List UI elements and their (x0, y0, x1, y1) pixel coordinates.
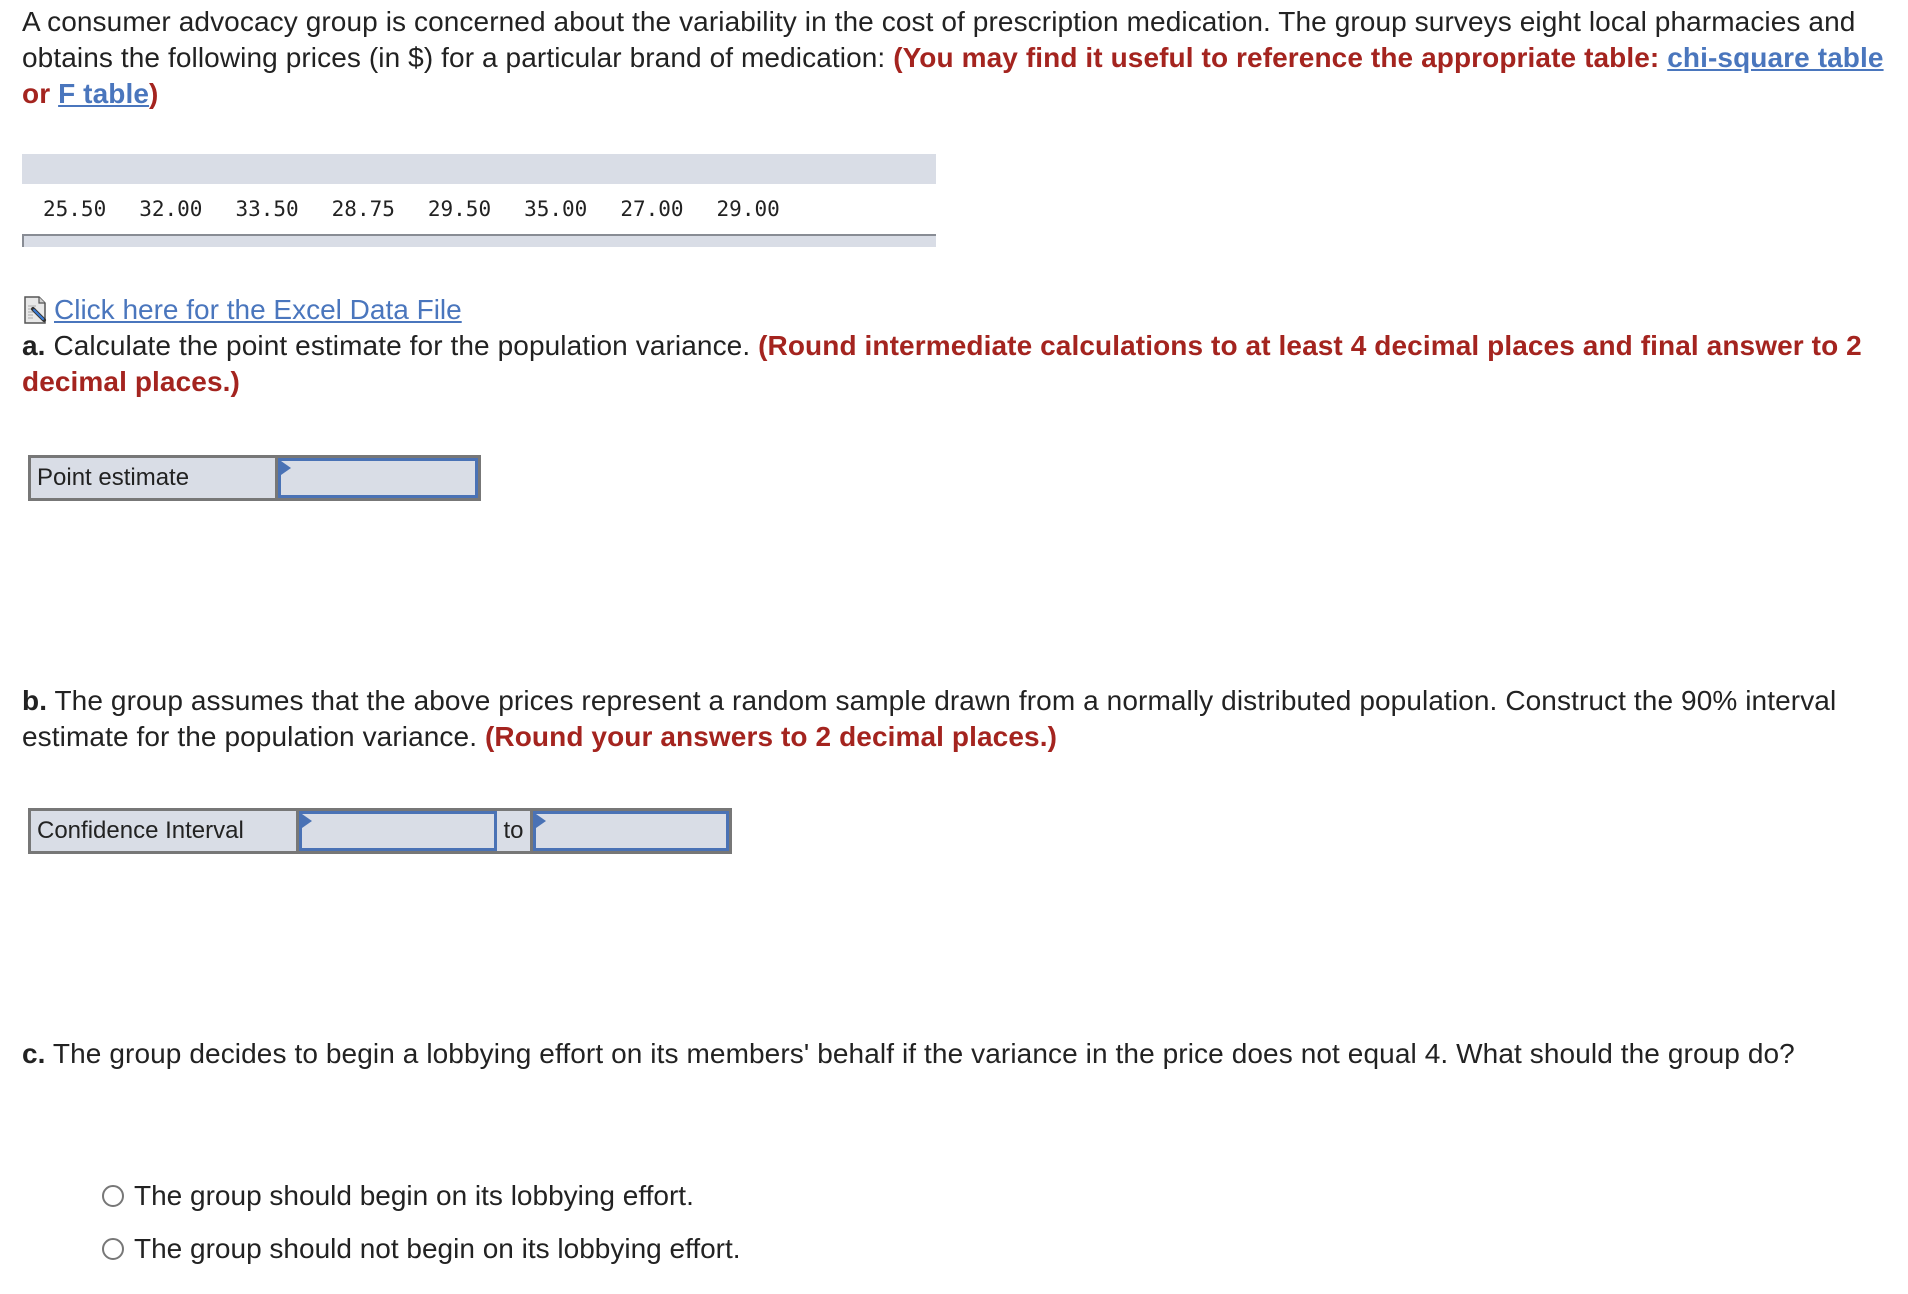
part-c-question: c. The group decides to begin a lobbying… (22, 1036, 1892, 1072)
option-label[interactable]: The group should begin on its lobbying e… (134, 1178, 694, 1214)
f-table-link[interactable]: F table (58, 78, 149, 109)
ci-upper-input[interactable] (536, 814, 726, 848)
part-b-instruction: (Round your answers to 2 decimal places.… (484, 721, 1057, 752)
part-c-text: The group decides to begin a lobbying ef… (45, 1038, 1795, 1069)
reference-prefix: (You may find it useful to reference the… (893, 42, 1668, 73)
part-a-question: a. Calculate the point estimate for the … (22, 328, 1892, 400)
part-a-letter: a. (22, 330, 46, 361)
point-estimate-input[interactable] (281, 461, 475, 495)
prices-table-header (22, 154, 936, 184)
price-cell: 27.00 (620, 197, 684, 221)
prices-row: 25.50 32.00 33.50 28.75 29.50 35.00 27.0… (22, 184, 936, 234)
option-label[interactable]: The group should not begin on its lobbyi… (134, 1231, 741, 1267)
price-cell: 35.00 (524, 197, 588, 221)
excel-data-file-link[interactable]: Click here for the Excel Data File (54, 292, 462, 328)
excel-data-file-link-row[interactable]: Click here for the Excel Data File (22, 292, 462, 328)
ci-lower-input[interactable] (302, 814, 494, 848)
ci-lower-input-cell[interactable] (299, 811, 497, 851)
part-a-text: Calculate the point estimate for the pop… (45, 330, 759, 361)
price-cell: 32.00 (139, 197, 203, 221)
part-b-letter: b. (22, 685, 48, 716)
confidence-interval-table: Confidence Interval to (28, 808, 732, 854)
ci-to-label: to (497, 811, 533, 851)
option-begin-lobbying[interactable]: The group should begin on its lobbying e… (102, 1178, 694, 1214)
price-cell: 33.50 (235, 197, 299, 221)
input-flag-icon (281, 461, 291, 475)
radio-button[interactable] (102, 1185, 124, 1207)
input-flag-icon (536, 814, 546, 828)
prices-table-footer (22, 234, 936, 247)
part-c-letter: c. (22, 1038, 46, 1069)
point-estimate-table: Point estimate (28, 455, 481, 501)
input-flag-icon (302, 814, 312, 828)
part-b-question: b. The group assumes that the above pric… (22, 683, 1892, 755)
confidence-interval-label: Confidence Interval (31, 811, 299, 851)
price-cell: 29.50 (427, 197, 492, 221)
point-estimate-input-cell[interactable] (278, 458, 478, 498)
excel-file-icon (22, 295, 50, 325)
option-not-begin-lobbying[interactable]: The group should not begin on its lobbyi… (102, 1231, 741, 1267)
question-intro: A consumer advocacy group is concerned a… (22, 4, 1892, 112)
radio-button[interactable] (102, 1238, 124, 1260)
point-estimate-label: Point estimate (31, 458, 278, 498)
price-cell: 29.00 (716, 197, 780, 221)
prices-table: 25.50 32.00 33.50 28.75 29.50 35.00 27.0… (22, 154, 936, 247)
ci-upper-input-cell[interactable] (533, 811, 729, 851)
chi-square-table-link[interactable]: chi-square table (1667, 42, 1883, 73)
reference-suffix: ) (149, 78, 159, 109)
reference-or: or (22, 78, 59, 109)
price-cell: 25.50 (43, 197, 107, 221)
price-cell: 28.75 (331, 197, 395, 221)
